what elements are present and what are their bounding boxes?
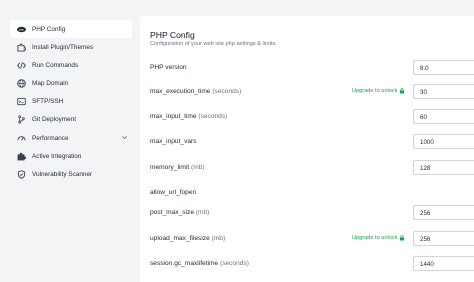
post-max-size-input[interactable]: 256 (413, 205, 474, 220)
setting-label: max_execution_time (seconds) (150, 88, 242, 95)
sidebar-item-sftp-ssh[interactable]: SFTP/SSH (10, 93, 132, 111)
sidebar-item-map-domain[interactable]: Map Domain (10, 75, 132, 93)
sidebar-item-active-integration[interactable]: Active Integration (10, 147, 132, 165)
setting-label: PHP version (150, 64, 187, 71)
memory-limit-input[interactable]: 128 (413, 160, 474, 175)
setting-unit: (mb) (195, 209, 210, 216)
gauge-icon (17, 134, 26, 143)
setting-row-max-execution-time: max_execution_time (seconds) Upgrade to … (140, 84, 474, 100)
sidebar-item-label: Vulnerability Scanner (32, 171, 93, 178)
sidebar-item-label: Run Commands (32, 61, 79, 69)
code-icon (17, 61, 26, 70)
git-icon (17, 115, 26, 125)
setting-unit: (mb) (191, 164, 205, 171)
sidebar-item-install-plugin-themes[interactable]: Install Plugin/Themes (10, 38, 132, 56)
setting-unit: (mb) (211, 235, 226, 242)
sidebar-item-performance[interactable]: Performance (10, 129, 132, 147)
setting-row-session-gc-maxlifetime: session.gc_maxlifetime (seconds) 1440 (140, 256, 474, 272)
setting-row-php-version: PHP version 8.0 (140, 60, 474, 76)
setting-unit: (seconds) (198, 113, 228, 120)
sidebar: php PHP Config Install Plugin/Themes Run… (0, 0, 138, 282)
sidebar-item-php-config[interactable]: php PHP Config (10, 20, 132, 38)
php-version-select[interactable]: 8.0 (413, 60, 474, 75)
setting-unit: (seconds) (220, 260, 249, 267)
upload-max-filesize-input[interactable]: 256 (413, 231, 474, 246)
upgrade-to-unlock-link[interactable]: Upgrade to unlock (352, 88, 405, 94)
sidebar-item-label: Active Integration (32, 152, 82, 160)
max-input-time-input[interactable]: 60 (413, 109, 474, 124)
lock-icon (400, 235, 405, 241)
lock-icon (400, 88, 405, 94)
setting-row-upload-max-filesize: upload_max_filesize (mb) Upgrade to unlo… (140, 231, 474, 247)
setting-label: max_input_vars (150, 138, 197, 145)
shield-icon (17, 170, 26, 179)
setting-label: post_max_size (mb) (150, 209, 210, 216)
setting-row-max-input-time: max_input_time (seconds) 60 (140, 109, 474, 125)
sidebar-item-label: Performance (32, 134, 69, 142)
sidebar-item-git-deployment[interactable]: Git Deployment (10, 111, 132, 129)
chevron-down-icon[interactable] (121, 134, 128, 141)
php-config-panel: PHP Config Configuration of your web sit… (140, 16, 474, 282)
sidebar-item-label: Install Plugin/Themes (32, 43, 94, 51)
puzzle-icon (17, 152, 26, 161)
php-icon: php (17, 25, 26, 34)
sidebar-nav: php PHP Config Install Plugin/Themes Run… (10, 20, 132, 184)
max-execution-time-input[interactable]: 30 (413, 84, 474, 99)
globe-icon (17, 79, 26, 88)
sidebar-item-label: PHP Config (32, 25, 66, 33)
setting-label: upload_max_filesize (mb) (150, 235, 226, 242)
svg-text:php: php (19, 27, 24, 31)
page-subtitle: Configuration of your web site php setti… (150, 41, 277, 47)
setting-unit: (seconds) (212, 88, 242, 95)
setting-row-post-max-size: post_max_size (mb) 256 (140, 205, 474, 221)
sidebar-item-label: SFTP/SSH (32, 98, 64, 106)
setting-row-allow-url-fopen: allow_url_fopen (140, 185, 474, 201)
terminal-icon (17, 97, 26, 106)
setting-label: session.gc_maxlifetime (seconds) (150, 260, 249, 267)
sidebar-item-label: Map Domain (32, 80, 69, 88)
setting-label: memory_limit (mb) (150, 164, 205, 171)
session-gc-maxlifetime-input[interactable]: 1440 (413, 256, 474, 271)
setting-row-max-input-vars: max_input_vars 1000 (140, 134, 474, 150)
puzzle-icon (17, 43, 26, 52)
sidebar-item-vulnerability-scanner[interactable]: Vulnerability Scanner (10, 166, 132, 184)
setting-label: allow_url_fopen (150, 189, 197, 196)
setting-label: max_input_time (seconds) (150, 113, 228, 120)
sidebar-item-label: Git Deployment (32, 116, 77, 124)
setting-row-memory-limit: memory_limit (mb) 128 (140, 160, 474, 176)
max-input-vars-input[interactable]: 1000 (413, 134, 474, 149)
page-title: PHP Config (150, 30, 195, 40)
upgrade-to-unlock-link[interactable]: Upgrade to unlock (352, 235, 405, 241)
sidebar-item-run-commands[interactable]: Run Commands (10, 56, 132, 74)
